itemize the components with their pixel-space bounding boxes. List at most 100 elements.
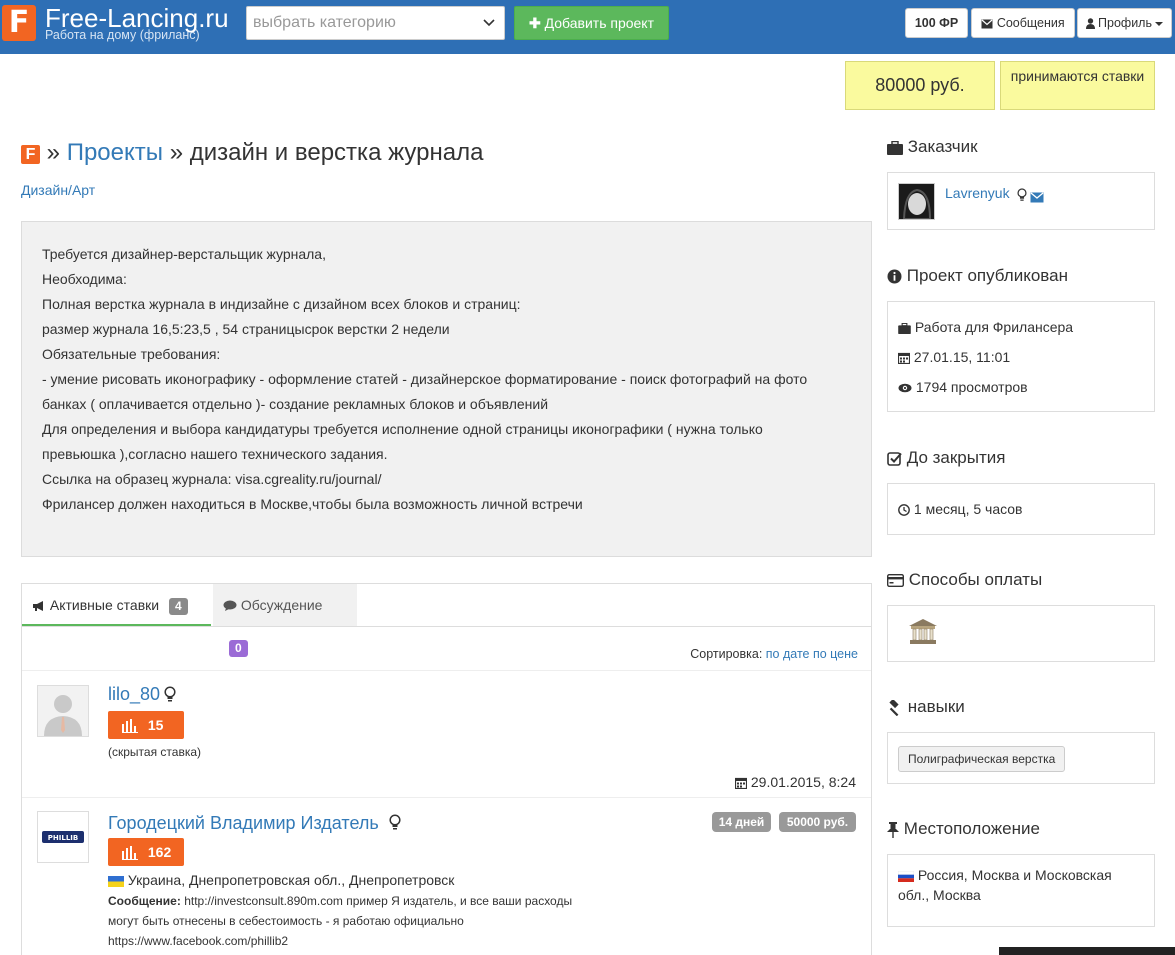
tabs-divider	[22, 626, 871, 627]
views-count: 1794 просмотров	[898, 379, 1028, 395]
sort-by-price-link[interactable]: по цене	[813, 647, 858, 661]
briefcase-icon	[887, 137, 908, 156]
eye-icon	[898, 379, 916, 395]
description-line: Требуется дизайнер-верстальщик журнала,	[42, 246, 326, 262]
info-icon	[887, 266, 907, 285]
messages-button[interactable]: Сообщения	[971, 8, 1075, 38]
project-type: Работа для Фрилансера	[898, 319, 1073, 335]
message-text: могут быть отнесены в себестоимость - я …	[108, 914, 464, 928]
add-project-button[interactable]: ✚ Добавить проект	[514, 6, 669, 40]
breadcrumb-projects-link[interactable]: Проекты	[67, 139, 163, 166]
location-text: Россия, Москва и Московская	[917, 867, 1112, 883]
customer-name-link[interactable]: Lavrenyuk	[945, 185, 1010, 201]
project-description: Требуется дизайнер-верстальщик журнала, …	[21, 221, 872, 557]
rating-value: 162	[147, 844, 172, 860]
bid-date: 29.01.2015, 8:24	[735, 772, 856, 792]
customer-avatar[interactable]	[898, 183, 935, 220]
customer-heading-text: Заказчик	[907, 137, 978, 156]
project-type-text: Работа для Фрилансера	[914, 319, 1074, 335]
avatar[interactable]	[37, 685, 89, 737]
page-title: дизайн и верстка журнала	[189, 139, 484, 166]
message-label: Сообщение:	[108, 894, 181, 908]
breadcrumb: F » Проекты » дизайн и верстка журнала	[21, 138, 483, 168]
site-icon[interactable]: F	[21, 145, 40, 164]
avatar[interactable]: PHILLIB	[37, 811, 89, 863]
time-left-text: 1 месяц, 5 часов	[913, 501, 1023, 517]
rating-chart-icon	[122, 844, 142, 861]
payment-heading: Способы оплаты	[887, 570, 1042, 590]
skills-card: Полиграфическая верстка	[887, 732, 1155, 784]
tab-active-bids-label: Активные ставки	[49, 597, 160, 613]
rating-badge: 15	[108, 711, 184, 739]
profile-menu-button[interactable]: Профиль	[1077, 8, 1172, 38]
add-project-label: Добавить проект	[544, 15, 655, 31]
user-icon	[1085, 16, 1098, 30]
customer-photo	[899, 184, 934, 219]
send-message-icon[interactable]	[1030, 188, 1044, 204]
coins-button[interactable]: 100 ФР	[905, 8, 968, 38]
category-select-placeholder: выбрать категорию	[253, 14, 396, 31]
description-line: Ссылка на образец журнала: visa.cgrealit…	[42, 471, 382, 487]
pushpin-icon	[887, 819, 904, 838]
ukraine-flag-icon	[108, 872, 128, 888]
description-line: - умение рисовать иконографику - оформле…	[42, 371, 808, 387]
hidden-bid-note: (скрытая ставка)	[108, 745, 202, 759]
phillib-logo: PHILLIB	[38, 812, 88, 862]
clock-icon	[898, 501, 914, 517]
rating-value: 15	[147, 717, 164, 733]
calendar-icon	[735, 774, 751, 790]
bid-message: Сообщение: http://investconsult.890m.com…	[108, 891, 572, 911]
svg-text:PHILLIB: PHILLIB	[48, 834, 78, 842]
default-user-icon	[38, 686, 88, 736]
skill-tag[interactable]: Полиграфическая верстка	[898, 746, 1066, 772]
sort-label: Сортировка:	[690, 647, 763, 661]
bidder-name-link[interactable]: Городецкий Владимир Издатель	[108, 813, 379, 834]
site-tagline: Работа на дому (фриланс)	[45, 28, 200, 42]
messages-label: Сообщения	[996, 16, 1065, 30]
row-divider	[22, 670, 871, 671]
payment-card	[887, 605, 1155, 662]
description-line: размер журнала 16,5:23,5 , 54 страницыср…	[42, 321, 450, 337]
caret-down-icon	[1155, 16, 1164, 30]
sort-by-date-link[interactable]: по дате	[766, 647, 810, 661]
active-bids-count-badge: 4	[168, 598, 188, 615]
closing-heading: До закрытия	[887, 448, 1005, 468]
lightbulb-icon	[164, 685, 176, 703]
category-link[interactable]: Дизайн/Арт	[21, 182, 95, 198]
bidder-location: Украина, Днепропетровская обл., Днепропе…	[108, 870, 454, 890]
bid-price-badge: 50000 руб.	[779, 812, 856, 832]
published-heading: Проект опубликован	[887, 266, 1068, 286]
time-left: 1 месяц, 5 часов	[898, 501, 1023, 517]
breadcrumb-separator: »	[169, 139, 184, 166]
description-line: Обязательные требования:	[42, 346, 221, 362]
briefcase-icon	[898, 319, 915, 335]
site-logo[interactable]: F	[2, 5, 36, 41]
description-line: Полная верстка журнала в индизайне с диз…	[42, 296, 521, 312]
megaphone-icon	[32, 597, 50, 613]
tab-active-bids[interactable]: Активные ставки 4	[22, 584, 211, 626]
location-text: обл., Москва	[898, 887, 981, 903]
description-line: Для определения и выбора кандидатуры тре…	[42, 421, 763, 437]
category-select[interactable]: выбрать категорию	[246, 6, 505, 40]
bids-status-badge: принимаются ставки	[1000, 61, 1155, 110]
profile-label: Профиль	[1098, 16, 1152, 30]
location-heading: Местоположение	[887, 819, 1040, 839]
tab-discussion[interactable]: Обсуждение 0	[213, 584, 357, 657]
checkbox-icon	[887, 448, 907, 467]
message-link: https://www.facebook.com/phillib2	[108, 934, 289, 948]
bidder-name-link[interactable]: lilo_80	[108, 684, 160, 705]
description-line: банках ( оплачивается отдельно )- создан…	[42, 396, 549, 412]
description-line: Необходима:	[42, 271, 127, 287]
customer-heading: Заказчик	[887, 137, 978, 157]
closing-card: 1 месяц, 5 часов	[887, 483, 1155, 535]
bidder-location-text: Украина, Днепропетровская обл., Днепропе…	[127, 872, 455, 888]
views-count-text: 1794 просмотров	[915, 379, 1028, 395]
skills-heading: навыки	[887, 697, 965, 717]
closing-heading-text: До закрытия	[906, 448, 1006, 467]
calendar-icon	[898, 349, 914, 365]
skills-heading-text: навыки	[907, 697, 965, 716]
lightbulb-icon	[1017, 186, 1027, 202]
description-line: превьюшка ),согласно нашего технического…	[42, 446, 388, 462]
envelope-icon	[981, 16, 996, 30]
description-line: Фрилансер должен находиться в Москве,что…	[42, 496, 583, 512]
